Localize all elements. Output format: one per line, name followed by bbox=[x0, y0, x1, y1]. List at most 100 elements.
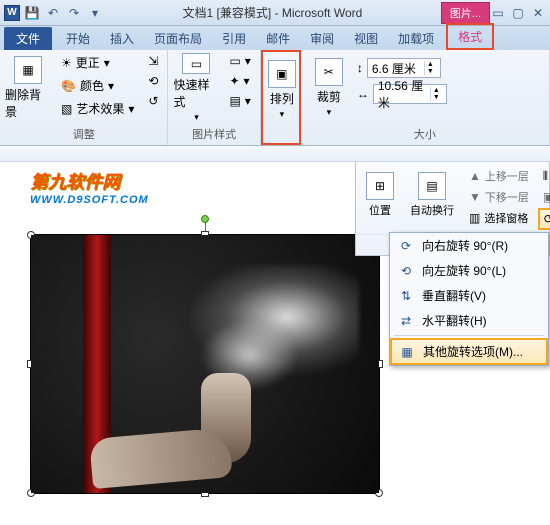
tab-references[interactable]: 引用 bbox=[212, 27, 256, 50]
flip-horizontal-icon: ⇄ bbox=[398, 313, 414, 329]
more-rotation-options-item[interactable]: ▦ 其他旋转选项(M)... bbox=[390, 338, 548, 365]
watermark-line2: WWW.D9SOFT.COM bbox=[30, 194, 149, 206]
flip-vertical-icon: ⇅ bbox=[398, 288, 414, 304]
change-picture-button[interactable]: ⟲ bbox=[143, 72, 163, 90]
document-canvas[interactable]: 第九软件网 WWW.D9SOFT.COM ⊞ 位置 bbox=[0, 162, 550, 525]
tab-view[interactable]: 视图 bbox=[344, 27, 388, 50]
selected-picture[interactable] bbox=[30, 234, 380, 494]
group-arrange-collapsed: ▣ 排列 ▾ bbox=[261, 50, 301, 145]
color-button[interactable]: 🎨颜色▾ bbox=[56, 75, 139, 96]
flip-vertical-item[interactable]: ⇅ 垂直翻转(V) bbox=[390, 283, 548, 308]
width-input[interactable]: 10.56 厘米 ▲▼ bbox=[373, 84, 447, 104]
rotate-handle[interactable] bbox=[201, 215, 209, 223]
dropdown-icon: ▾ bbox=[245, 94, 251, 108]
redo-icon[interactable]: ↷ bbox=[65, 4, 83, 22]
align-icon: ⫴ bbox=[543, 169, 548, 184]
group-icon: ▣ bbox=[543, 190, 550, 204]
group-size: ✂ 裁剪 ▾ ↕ 6.6 厘米 ▲▼ ↔ 10.56 厘米 ▲▼ bbox=[301, 50, 550, 145]
dropdown-icon: ▾ bbox=[104, 56, 110, 70]
rotate-left-icon: ⟲ bbox=[398, 263, 414, 279]
send-back-icon: ▼ bbox=[469, 190, 481, 204]
quick-styles-button[interactable]: ▭ 快速样式 ▾ bbox=[172, 52, 220, 124]
ruler bbox=[0, 146, 550, 162]
height-icon: ↕ bbox=[357, 61, 363, 75]
border-icon: ▭ bbox=[229, 54, 240, 68]
compress-picture-button[interactable]: ⇲ bbox=[143, 52, 163, 70]
send-backward-button[interactable]: ▼下移一层 bbox=[464, 187, 534, 207]
spin-up-icon[interactable]: ▲ bbox=[424, 61, 436, 68]
tab-page-layout[interactable]: 页面布局 bbox=[144, 27, 212, 50]
watermark: 第九软件网 WWW.D9SOFT.COM bbox=[30, 168, 149, 206]
rotate-left-90-item[interactable]: ⟲ 向左旋转 90°(L) bbox=[390, 258, 548, 283]
tab-addins[interactable]: 加载项 bbox=[388, 27, 444, 50]
dropdown-icon: ▾ bbox=[327, 107, 332, 118]
flip-horizontal-item[interactable]: ⇄ 水平翻转(H) bbox=[390, 308, 548, 333]
position-icon: ⊞ bbox=[366, 172, 394, 200]
ribbon: ▦ 删除背景 ☀更正▾ 🎨颜色▾ ▧艺术效果▾ ⇲ ⟲ ↺ 调整 bbox=[0, 50, 550, 146]
effects-icon: ✦ bbox=[229, 74, 239, 88]
group-button[interactable]: ▣组合 bbox=[538, 187, 550, 207]
dropdown-icon: ▾ bbox=[244, 74, 250, 88]
arrange-panel: ⊞ 位置 ▤ 自动换行 ▲上移一层 ▼下移一层 ▥选择窗格 ⫴对齐 ▣组合 ⟳旋… bbox=[355, 162, 550, 256]
group-picture-styles: ▭ 快速样式 ▾ ▭▾ ✦▾ ▤▾ 图片样式 bbox=[168, 50, 260, 145]
dropdown-icon: ▾ bbox=[245, 54, 251, 68]
wrap-text-button[interactable]: ▤ 自动换行 bbox=[404, 166, 460, 224]
quick-styles-icon: ▭ bbox=[182, 53, 210, 74]
tab-home[interactable]: 开始 bbox=[56, 27, 100, 50]
rotate-right-icon: ⟳ bbox=[398, 238, 414, 254]
tab-review[interactable]: 审阅 bbox=[300, 27, 344, 50]
picture-styles-group-label: 图片样式 bbox=[172, 125, 255, 143]
remove-background-button[interactable]: ▦ 删除背景 bbox=[4, 52, 52, 124]
arrange-button[interactable]: ▣ 排列 ▾ bbox=[267, 54, 297, 126]
position-button[interactable]: ⊞ 位置 bbox=[360, 166, 400, 224]
rotate-right-90-item[interactable]: ⟳ 向右旋转 90°(R) bbox=[390, 233, 548, 258]
rotate-icon: ⟳ bbox=[544, 212, 550, 226]
close-icon[interactable]: ✕ bbox=[530, 5, 546, 21]
wrap-icon: ▤ bbox=[418, 172, 446, 200]
window-title: 文档1 [兼容模式] - Microsoft Word bbox=[104, 4, 441, 21]
undo-icon[interactable]: ↶ bbox=[44, 4, 62, 22]
remove-bg-label: 删除背景 bbox=[5, 86, 51, 120]
picture-tools-context-tab: 图片... bbox=[441, 2, 490, 24]
dropdown-icon: ▾ bbox=[280, 109, 285, 120]
maximize-icon[interactable]: ▢ bbox=[510, 5, 526, 21]
height-input[interactable]: 6.6 厘米 ▲▼ bbox=[367, 58, 441, 78]
dropdown-icon: ▾ bbox=[194, 112, 199, 123]
picture-border-button[interactable]: ▭▾ bbox=[224, 52, 255, 70]
corrections-button[interactable]: ☀更正▾ bbox=[56, 52, 139, 73]
reset-picture-button[interactable]: ↺ bbox=[143, 92, 163, 110]
selection-pane-button[interactable]: ▥选择窗格 bbox=[464, 208, 534, 228]
selection-pane-icon: ▥ bbox=[469, 211, 480, 225]
crop-icon: ✂ bbox=[315, 58, 343, 86]
rotate-button[interactable]: ⟳旋转▾ bbox=[538, 208, 550, 230]
picture-layout-button[interactable]: ▤▾ bbox=[224, 92, 255, 110]
save-icon[interactable]: 💾 bbox=[23, 4, 41, 22]
dropdown-icon: ▾ bbox=[128, 102, 134, 116]
spin-down-icon[interactable]: ▼ bbox=[430, 94, 442, 101]
spin-up-icon[interactable]: ▲ bbox=[430, 87, 442, 94]
spin-down-icon[interactable]: ▼ bbox=[424, 68, 436, 75]
artistic-effects-button[interactable]: ▧艺术效果▾ bbox=[56, 98, 139, 119]
color-icon: 🎨 bbox=[61, 79, 76, 93]
dropdown-icon: ▾ bbox=[108, 79, 114, 93]
arrange-icon: ▣ bbox=[268, 60, 296, 88]
change-picture-icon: ⟲ bbox=[148, 74, 158, 88]
qat-dropdown-icon[interactable]: ▾ bbox=[86, 4, 104, 22]
size-group-label: 大小 bbox=[305, 125, 545, 143]
tab-insert[interactable]: 插入 bbox=[100, 27, 144, 50]
bring-forward-button[interactable]: ▲上移一层 bbox=[464, 166, 534, 186]
align-button[interactable]: ⫴对齐 bbox=[538, 166, 550, 186]
word-app-icon[interactable]: W bbox=[4, 5, 20, 21]
menu-separator bbox=[394, 335, 544, 336]
compress-icon: ⇲ bbox=[148, 54, 158, 68]
rotate-dropdown-menu: ⟳ 向右旋转 90°(R) ⟲ 向左旋转 90°(L) ⇅ 垂直翻转(V) ⇄ … bbox=[389, 232, 549, 366]
tab-file[interactable]: 文件 bbox=[4, 27, 52, 50]
reset-icon: ↺ bbox=[148, 94, 158, 108]
picture-effects-button[interactable]: ✦▾ bbox=[224, 72, 255, 90]
tab-format[interactable]: 格式 bbox=[446, 23, 494, 50]
tab-mailings[interactable]: 邮件 bbox=[256, 27, 300, 50]
corrections-icon: ☀ bbox=[61, 56, 72, 70]
crop-button[interactable]: ✂ 裁剪 ▾ bbox=[305, 52, 353, 124]
layout-icon: ▤ bbox=[229, 94, 240, 108]
minimize-icon[interactable]: ▭ bbox=[490, 5, 506, 21]
